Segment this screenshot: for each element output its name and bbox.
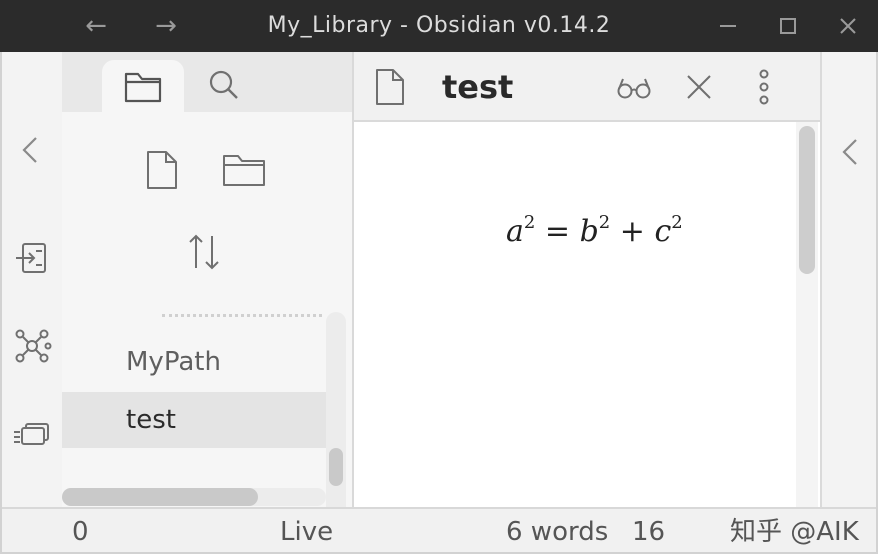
sidebar-horizontal-scrollbar[interactable] bbox=[62, 488, 326, 506]
preview-button[interactable] bbox=[614, 67, 654, 107]
editor-header: test bbox=[354, 52, 820, 122]
close-window-icon bbox=[840, 18, 856, 34]
new-folder-button[interactable] bbox=[222, 148, 266, 192]
slides-icon bbox=[14, 423, 49, 445]
maximize-button[interactable] bbox=[768, 10, 808, 42]
back-arrow-icon[interactable]: ← bbox=[80, 10, 112, 42]
status-bar: 0 Live 6 words 16 知乎 @AIK bbox=[2, 507, 876, 552]
sort-icon bbox=[189, 234, 219, 270]
slides-button[interactable] bbox=[12, 414, 52, 454]
minimize-button[interactable] bbox=[708, 10, 748, 42]
character-count: 16 bbox=[632, 517, 666, 547]
editor-scroll-thumb[interactable] bbox=[799, 126, 815, 274]
graph-view-icon bbox=[15, 329, 52, 363]
editor-mode[interactable]: Live bbox=[280, 515, 333, 549]
note-title[interactable]: test bbox=[442, 65, 513, 109]
chevron-left-icon bbox=[842, 139, 857, 165]
file-icon bbox=[376, 69, 404, 105]
window-title: My_Library - Obsidian v0.14.2 bbox=[267, 13, 611, 38]
sort-button[interactable] bbox=[182, 230, 226, 274]
math-exponent: 2 bbox=[598, 212, 611, 233]
math-equation: a2 = b2 + c2 bbox=[506, 212, 683, 249]
watermark: 知乎 @AIK bbox=[730, 517, 859, 547]
sidebar-vertical-scroll-thumb[interactable] bbox=[329, 448, 343, 486]
math-equals: = bbox=[544, 214, 571, 249]
new-folder-icon bbox=[223, 155, 265, 186]
right-sidebar bbox=[820, 52, 876, 507]
collapse-left-sidebar-button[interactable] bbox=[12, 130, 52, 170]
left-sidebar: MyPath test bbox=[62, 52, 354, 552]
close-window-button[interactable] bbox=[828, 10, 868, 42]
math-exponent: 2 bbox=[671, 212, 683, 233]
sidebar-horizontal-scroll-thumb[interactable] bbox=[62, 488, 258, 506]
title-bar: ← → My_Library - Obsidian v0.14.2 bbox=[0, 0, 878, 52]
minimize-icon bbox=[720, 25, 736, 27]
word-count: 6 words bbox=[506, 517, 609, 547]
backlinks-count[interactable]: 0 bbox=[72, 515, 89, 549]
editor-content[interactable]: a2 = b2 + c2 bbox=[354, 122, 820, 507]
import-icon bbox=[16, 243, 46, 273]
more-options-icon bbox=[759, 69, 769, 105]
expand-right-sidebar-button[interactable] bbox=[834, 132, 866, 172]
math-plus: + bbox=[619, 214, 645, 249]
math-exponent: 2 bbox=[523, 212, 536, 233]
graph-view-button[interactable] bbox=[12, 326, 52, 366]
math-variable-b: b bbox=[579, 214, 599, 249]
close-tab-button[interactable] bbox=[679, 67, 719, 107]
folder-icon bbox=[124, 72, 162, 103]
preview-icon bbox=[617, 78, 651, 99]
math-variable-a: a bbox=[506, 214, 524, 249]
search-icon bbox=[209, 70, 238, 99]
sidebar-tabs bbox=[62, 52, 354, 112]
maximize-icon bbox=[780, 18, 796, 34]
tab-file-explorer[interactable] bbox=[102, 60, 184, 112]
list-item[interactable]: test bbox=[62, 392, 326, 448]
divider bbox=[162, 314, 322, 318]
import-button[interactable] bbox=[12, 238, 52, 278]
math-variable-c: c bbox=[654, 214, 672, 249]
more-options-button[interactable] bbox=[744, 67, 784, 107]
tab-search[interactable] bbox=[184, 60, 266, 112]
file-explorer: MyPath test bbox=[62, 112, 354, 552]
chevron-left-icon bbox=[22, 137, 37, 163]
list-item[interactable]: MyPath bbox=[62, 334, 326, 390]
new-note-button[interactable] bbox=[140, 148, 184, 192]
new-note-icon bbox=[147, 151, 177, 189]
editor-scrollbar[interactable] bbox=[796, 122, 818, 507]
ribbon bbox=[2, 52, 62, 507]
close-icon bbox=[687, 75, 711, 99]
